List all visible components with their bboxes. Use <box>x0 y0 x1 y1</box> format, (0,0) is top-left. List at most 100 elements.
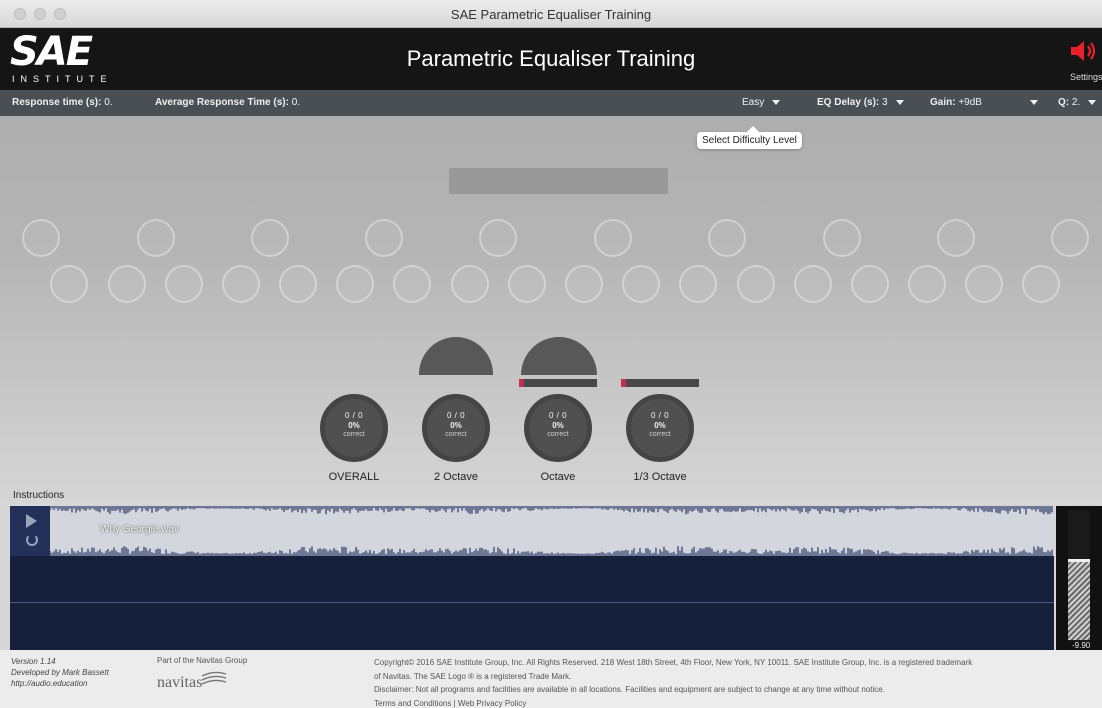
score-label-overall: OVERALL <box>328 471 380 483</box>
gain-label: Gain: <box>930 97 956 108</box>
score-correct-label: correct <box>445 431 467 438</box>
score-fraction: 0 / 0 <box>650 411 670 420</box>
footer: Version 1.14 Developed by Mark Bassett h… <box>0 650 1102 708</box>
score-third-octave: 0 / 0 0% correct <box>626 394 694 462</box>
website-link[interactable]: http://audio.education <box>11 678 109 689</box>
chevron-down-icon <box>1029 99 1038 105</box>
score-overall: 0 / 0 0% correct <box>320 394 388 462</box>
chevron-down-icon <box>895 99 904 105</box>
status-bar: Response time (s): 0. Average Response T… <box>0 90 1102 116</box>
eq-delay-value: 3 <box>882 97 888 108</box>
score-percent: 0% <box>450 421 462 430</box>
chevron-down-icon <box>772 99 781 105</box>
frequency-button[interactable] <box>1051 219 1089 257</box>
app-header: SAE INSTITUTE Parametric Equaliser Train… <box>0 28 1102 90</box>
score-fraction: 0 / 0 <box>446 411 466 420</box>
frequency-button[interactable] <box>50 265 88 303</box>
frequency-button[interactable] <box>908 265 946 303</box>
frequency-button[interactable] <box>851 265 889 303</box>
third-octave-meter <box>621 379 699 387</box>
difficulty-value: Easy <box>742 97 765 108</box>
score-correct-label: correct <box>547 431 569 438</box>
frequency-button[interactable] <box>737 265 775 303</box>
waveform-graphic <box>50 506 1053 556</box>
frequency-button[interactable] <box>1022 265 1060 303</box>
frequency-button[interactable] <box>336 265 374 303</box>
trademark-text: of Navitas. The SAE Logo ® is a register… <box>374 671 572 681</box>
frequency-button[interactable] <box>622 265 660 303</box>
frequency-button[interactable] <box>594 219 632 257</box>
q-select[interactable]: Q: 2. <box>1058 97 1097 108</box>
score-label-third-octave: 1/3 Octave <box>633 471 687 483</box>
meter-readout: -9.90 <box>1072 641 1091 650</box>
score-label-two-octave: 2 Octave <box>433 471 479 483</box>
response-time-label: Response time (s): <box>12 97 102 108</box>
waveform-track[interactable]: Why Georgie.wav <box>50 506 1054 556</box>
octave-meter <box>519 379 597 387</box>
frequency-button[interactable] <box>165 265 203 303</box>
frequency-button[interactable] <box>794 265 832 303</box>
instructions-link[interactable]: Instructions <box>13 490 64 501</box>
speaker-icon[interactable] <box>1068 38 1098 64</box>
gain-value: +9dB <box>958 97 982 108</box>
legal-links[interactable]: Terms and Conditions | Web Privacy Polic… <box>374 697 1094 708</box>
developer-text: Developed by Mark Bassett <box>11 668 109 677</box>
frequency-button[interactable] <box>479 219 517 257</box>
score-percent: 0% <box>654 421 666 430</box>
q-label: Q: <box>1058 97 1070 108</box>
frequency-button[interactable] <box>451 265 489 303</box>
frequency-button[interactable] <box>222 265 260 303</box>
settings-button[interactable]: Settings <box>1070 72 1102 82</box>
group-text: Part of the Navitas Group <box>157 656 248 665</box>
frequency-button[interactable] <box>279 265 317 303</box>
footer-legal: Copyright© 2016 SAE Institute Group, Inc… <box>374 656 1094 708</box>
meter-peak <box>1068 559 1090 562</box>
q-value: 2. <box>1071 97 1081 108</box>
average-response-time: Average Response Time (s): 0. <box>155 97 300 108</box>
copyright-text: Copyright© 2016 SAE Institute Group, Inc… <box>374 658 973 667</box>
frequency-button[interactable] <box>823 219 861 257</box>
frequency-button[interactable] <box>108 265 146 303</box>
waveform-player[interactable]: Why Georgie.wav <box>10 506 1054 650</box>
difficulty-select[interactable]: Easy <box>742 97 781 108</box>
score-correct-label: correct <box>649 431 671 438</box>
score-fraction: 0 / 0 <box>344 411 364 420</box>
gain-select[interactable]: Gain: +9dB <box>930 97 1038 108</box>
meter-fill <box>621 379 626 387</box>
loop-icon[interactable] <box>26 534 38 546</box>
window-title: SAE Parametric Equaliser Training <box>450 7 652 22</box>
difficulty-tooltip: Select Difficulty Level <box>697 126 802 149</box>
frequency-button[interactable] <box>565 265 603 303</box>
frequency-button[interactable] <box>393 265 431 303</box>
waveform-path <box>50 506 1053 556</box>
transport-controls <box>10 506 50 556</box>
frequency-button[interactable] <box>708 219 746 257</box>
score-two-octave: 0 / 0 0% correct <box>422 394 490 462</box>
disclaimer-text: Disclaimer: Not all programs and facilit… <box>374 685 885 694</box>
eq-delay-label: EQ Delay (s): <box>817 97 880 108</box>
window-titlebar: SAE Parametric Equaliser Training <box>0 0 1102 28</box>
meter-fill <box>519 379 524 387</box>
waveform-divider <box>10 602 1054 603</box>
frequency-button[interactable] <box>22 219 60 257</box>
frequency-button[interactable] <box>508 265 546 303</box>
response-time: Response time (s): 0. <box>12 97 113 108</box>
frequency-button[interactable] <box>965 265 1003 303</box>
eq-delay-select[interactable]: EQ Delay (s): 3 <box>817 97 904 108</box>
score-percent: 0% <box>348 421 360 430</box>
meter-level <box>1068 560 1090 640</box>
answer-display <box>449 168 668 194</box>
track-filename: Why Georgie.wav <box>100 524 179 535</box>
frequency-button[interactable] <box>679 265 717 303</box>
frequency-button[interactable] <box>137 219 175 257</box>
output-level-meter: -9.90 <box>1056 506 1102 650</box>
navitas-swoosh-icon <box>201 671 227 685</box>
frequency-button[interactable] <box>365 219 403 257</box>
average-response-label: Average Response Time (s): <box>155 97 289 108</box>
play-icon[interactable] <box>26 514 37 528</box>
frequency-button[interactable] <box>251 219 289 257</box>
navitas-logo: navitas <box>157 674 203 691</box>
score-octave: 0 / 0 0% correct <box>524 394 592 462</box>
frequency-button[interactable] <box>937 219 975 257</box>
score-percent: 0% <box>552 421 564 430</box>
